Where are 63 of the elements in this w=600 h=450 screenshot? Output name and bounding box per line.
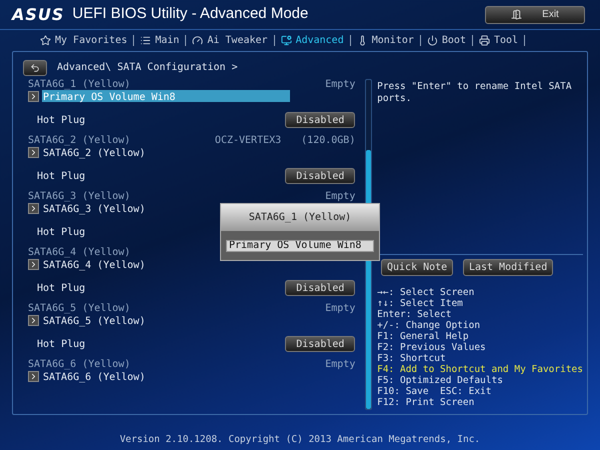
setting-label: Hot Plug xyxy=(37,170,86,184)
port-status: Empty xyxy=(325,190,356,204)
gauge-icon xyxy=(192,34,204,46)
dialog-title: SATA6G_1 (Yellow) xyxy=(221,204,379,231)
list-icon xyxy=(140,34,152,46)
setting-label: Hot Plug xyxy=(37,114,86,128)
window-title: UEFI BIOS Utility - Advanced Mode xyxy=(72,4,308,24)
tab[interactable]: Ai Tweaker xyxy=(186,32,274,48)
port-label: SATA6G_4 (Yellow) xyxy=(28,246,130,260)
key-hint: F10: Save ESC: Exit xyxy=(377,386,492,397)
panel-button[interactable]: Quick Note xyxy=(381,259,454,276)
key-hint: ↑↓: Select Item xyxy=(377,298,464,309)
port-name-item[interactable]: SATA6G_5 (Yellow) xyxy=(42,314,146,326)
key-hint: F4: Add to Shortcut and My Favorites xyxy=(377,364,583,375)
key-hint: Enter: Select xyxy=(377,309,452,320)
key-hint: F1: General Help xyxy=(377,331,470,342)
footer-version: Version 2.10.1208. Copyright (C) 2013 American Megatrends, Inc. xyxy=(120,432,480,447)
port-name-item[interactable]: SATA6G_4 (Yellow) xyxy=(42,258,146,270)
rename-input-field[interactable]: Primary OS Volume Win8 xyxy=(226,240,374,252)
exit-button[interactable]: Exit xyxy=(485,6,585,24)
key-hint: F3: Shortcut xyxy=(377,353,447,364)
help-text: Press "Enter" to rename Intel SATA ports. xyxy=(377,80,573,105)
back-button[interactable] xyxy=(23,60,47,76)
port-label: SATA6G_3 (Yellow) xyxy=(28,190,130,204)
power-icon xyxy=(426,34,438,46)
port-capacity: (120.0GB) xyxy=(301,134,356,148)
hot-plug-dropdown[interactable]: Disabled xyxy=(285,336,356,352)
door-icon xyxy=(511,9,522,20)
printer-icon xyxy=(478,34,490,46)
setting-label: Hot Plug xyxy=(37,226,86,240)
logo: ASUS xyxy=(12,4,64,26)
hot-plug-dropdown[interactable]: Disabled xyxy=(285,280,356,296)
tab[interactable]: Advanced xyxy=(274,32,350,48)
port-label: SATA6G_1 (Yellow) xyxy=(28,78,130,92)
tab[interactable]: Boot xyxy=(420,32,472,48)
port-name-item[interactable]: SATA6G_3 (Yellow) xyxy=(42,202,146,214)
key-hint: +/-: Change Option xyxy=(377,320,482,331)
hot-plug-dropdown[interactable]: Disabled xyxy=(285,168,356,184)
port-status: Empty xyxy=(325,302,356,316)
hot-plug-dropdown[interactable]: Disabled xyxy=(285,112,356,128)
port-status: Empty xyxy=(325,358,356,372)
monitor-icon xyxy=(280,34,292,46)
setting-label: Hot Plug xyxy=(37,338,86,352)
port-name-item[interactable]: SATA6G_2 (Yellow) xyxy=(42,146,146,158)
port-label: SATA6G_2 (Yellow) xyxy=(28,134,130,148)
key-hint: →←: Select Screen xyxy=(377,287,476,298)
panel-button[interactable]: Last Modified xyxy=(463,259,554,276)
star-icon xyxy=(40,34,51,46)
tab[interactable]: Main xyxy=(134,32,186,48)
tab[interactable]: My Favorites xyxy=(34,32,134,48)
port-name-item[interactable]: SATA6G_6 (Yellow) xyxy=(42,370,146,382)
setting-label: Hot Plug xyxy=(37,282,86,296)
breadcrumb: Advanced\ SATA Configuration > xyxy=(57,61,238,75)
port-label: SATA6G_6 (Yellow) xyxy=(28,358,130,372)
key-hint: F2: Previous Values xyxy=(377,342,487,353)
port-status: Empty xyxy=(325,78,356,92)
tab[interactable]: Tool xyxy=(472,32,524,48)
tab[interactable]: Monitor xyxy=(350,32,420,48)
key-hint: F5: Optimized Defaults xyxy=(377,375,504,386)
key-hint: F12: Print Screen xyxy=(377,397,476,408)
port-label: SATA6G_5 (Yellow) xyxy=(28,302,130,316)
port-status: OCZ-VERTEX3 xyxy=(214,134,282,148)
back-arrow-icon xyxy=(30,62,40,72)
